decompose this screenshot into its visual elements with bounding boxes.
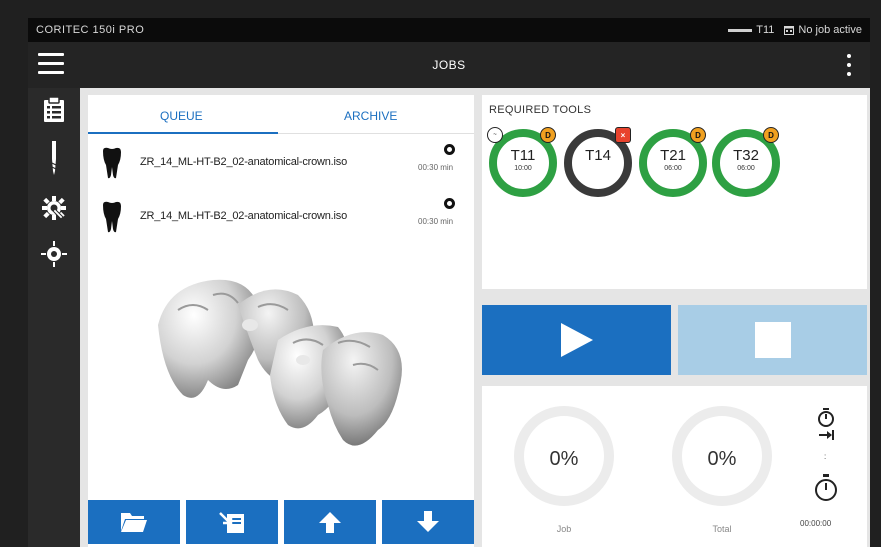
tool-label: T21 [660, 147, 686, 164]
tool-type-badge-icon: D [690, 127, 706, 143]
screen: CORITEC 150i PRO T11 No job active JOBS [28, 18, 870, 547]
tool-type-badge-icon: D [763, 127, 779, 143]
tool-label: T14 [585, 147, 611, 164]
tab-divider [278, 133, 474, 134]
job-status-label: No job active [798, 24, 862, 36]
move-down-button[interactable] [382, 500, 474, 544]
start-job-button[interactable] [482, 305, 671, 375]
stop-job-button[interactable] [678, 305, 867, 375]
total-progress-value: 0% [707, 448, 737, 470]
import-icon [219, 512, 244, 533]
page-title: JOBS [432, 58, 466, 72]
job-list-item[interactable]: ZR_14_ML-HT-B2_02-anatomical-crown.iso 0… [88, 193, 474, 241]
status-bar: CORITEC 150i PRO T11 No job active [28, 18, 870, 42]
move-up-button[interactable] [284, 500, 376, 544]
job-progress-label: Job [556, 524, 572, 534]
tool-error-badge-icon: × [615, 127, 631, 143]
spindle-tool-label: T11 [756, 24, 775, 36]
sidebar-item-jobs[interactable] [28, 90, 80, 130]
app-bar: JOBS [28, 42, 870, 88]
job-time: 00:30 min [418, 163, 454, 172]
required-tools-panel: REQUIRED TOOLS T11 10:00 D ~ T14 × T21 0… [482, 95, 867, 289]
clipboard-icon [44, 97, 64, 122]
crown-3d-preview [158, 279, 402, 446]
remaining-time-icon [818, 408, 834, 440]
tool-life-value: 06:00 [737, 165, 755, 172]
milling-tool-icon [51, 141, 57, 175]
queue-toolbar [88, 500, 474, 547]
tool-label: T11 [510, 147, 536, 164]
job-name: ZR_14_ML-HT-B2_02-anatomical-crown.iso [140, 156, 347, 168]
job-status-icon [444, 198, 455, 209]
crosshair-icon [41, 241, 67, 267]
job-list-item[interactable]: ZR_14_ML-HT-B2_02-anatomical-crown.iso 0… [88, 139, 474, 187]
tab-archive[interactable]: ARCHIVE [344, 109, 397, 123]
sidebar-item-settings[interactable] [28, 188, 80, 228]
device-name: CORITEC 150i PRO [36, 24, 145, 36]
tooth-icon [103, 147, 121, 179]
tool-swap-badge-icon: ~ [487, 127, 503, 143]
job-status-indicator: No job active [784, 24, 862, 36]
job-queue-panel: QUEUE ARCHIVE ZR_14_ML-HT-B2_02-anatomic… [88, 95, 474, 547]
queue-tabs: QUEUE ARCHIVE [88, 95, 474, 135]
progress-panel: 0% Job 0% Total : 00:00:00 [482, 386, 867, 547]
remaining-time-value: : [824, 452, 827, 461]
tool-life-value: 10:00 [514, 165, 532, 172]
sidebar-item-calibration[interactable] [28, 234, 80, 274]
import-button[interactable] [186, 500, 278, 544]
spindle-tool-indicator: T11 [728, 24, 774, 36]
gear-wrench-icon [42, 196, 66, 220]
calendar-icon [784, 26, 795, 35]
tool-t11[interactable]: T11 10:00 D ~ [487, 127, 557, 197]
tool-life-value: 06:00 [664, 165, 682, 172]
sidebar [28, 88, 80, 547]
arrow-up-icon [319, 512, 341, 533]
job-status-icon [444, 144, 455, 155]
tool-icon [728, 28, 753, 32]
content-area: QUEUE ARCHIVE ZR_14_ML-HT-B2_02-anatomic… [80, 88, 870, 547]
tool-t32[interactable]: T32 06:00 D [712, 127, 780, 197]
tool-type-badge-icon: D [540, 127, 556, 143]
job-name: ZR_14_ML-HT-B2_02-anatomical-crown.iso [140, 210, 347, 222]
tool-t21[interactable]: T21 06:00 D [639, 127, 707, 197]
sidebar-item-tools[interactable] [28, 138, 80, 178]
arrow-down-icon [417, 511, 439, 532]
elapsed-time-value: 00:00:00 [800, 519, 832, 528]
tool-label: T32 [733, 147, 759, 164]
job-progress-value: 0% [549, 448, 579, 470]
more-vert-icon[interactable] [846, 54, 852, 76]
active-tab-indicator [88, 132, 278, 134]
job-time: 00:30 min [418, 217, 454, 226]
folder-icon [121, 513, 147, 532]
total-progress-label: Total [712, 524, 732, 534]
open-folder-button[interactable] [88, 500, 180, 544]
tooth-icon [103, 201, 121, 233]
required-tools-title: REQUIRED TOOLS [489, 104, 592, 116]
stopwatch-icon [815, 474, 837, 501]
stop-icon [754, 322, 791, 358]
play-icon [560, 323, 593, 357]
tool-t14[interactable]: T14 × [564, 127, 632, 197]
tab-queue[interactable]: QUEUE [160, 109, 203, 123]
